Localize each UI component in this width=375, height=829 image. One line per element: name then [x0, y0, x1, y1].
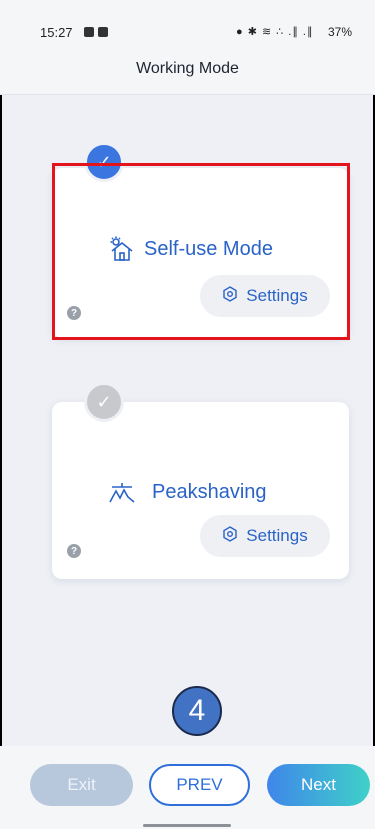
app-header: Working Mode — [0, 50, 375, 95]
status-bar: 15:27 ● ✱ ≋ ∴ .∥ .∥ 37% — [0, 0, 375, 50]
mode-title-self-use: Self-use Mode — [108, 236, 273, 262]
exit-button[interactable]: Exit — [30, 764, 133, 806]
peakshaving-icon — [108, 480, 136, 504]
notification-icons — [84, 27, 108, 37]
footer-nav: Exit PREV Next — [0, 746, 375, 829]
mode-title-peakshaving: Peakshaving — [108, 480, 267, 504]
notification-icon — [84, 27, 94, 37]
next-button[interactable]: Next — [267, 764, 370, 806]
help-icon[interactable]: ? — [67, 544, 81, 558]
unselected-check-icon: ✓ — [84, 382, 124, 422]
help-icon[interactable]: ? — [67, 306, 81, 320]
settings-button-self-use[interactable]: Settings — [200, 275, 330, 317]
gear-icon — [222, 525, 238, 547]
page-title: Working Mode — [136, 60, 239, 77]
mode-label-peakshaving: Peakshaving — [152, 480, 267, 503]
frame-border-left — [0, 0, 2, 829]
step-number-marker: 4 — [172, 686, 222, 736]
settings-label: Settings — [246, 286, 308, 305]
status-time: 15:27 — [40, 25, 73, 40]
home-indicator[interactable] — [143, 824, 231, 827]
mode-label-self-use: Self-use Mode — [144, 237, 273, 260]
prev-button[interactable]: PREV — [149, 764, 250, 806]
settings-label: Settings — [246, 526, 308, 545]
settings-button-peakshaving[interactable]: Settings — [200, 515, 330, 557]
solar-house-icon — [108, 236, 134, 262]
battery-level: 37% — [328, 25, 353, 39]
selected-check-icon: ✓ — [84, 142, 124, 182]
gear-icon — [222, 285, 238, 307]
status-icons: ● ✱ ≋ ∴ .∥ .∥ — [236, 26, 314, 38]
gallery-icon — [98, 27, 108, 37]
